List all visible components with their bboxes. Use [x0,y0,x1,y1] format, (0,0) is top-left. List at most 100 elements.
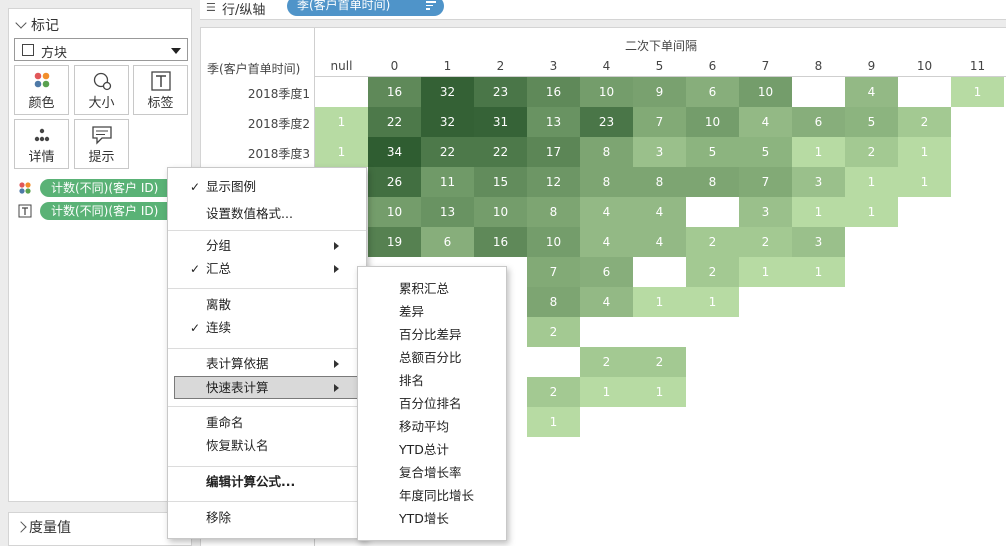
heatmap-cell[interactable]: 22 [421,137,474,167]
heatmap-cell[interactable]: 2 [845,137,898,167]
heatmap-cell[interactable]: 22 [474,137,527,167]
heatmap-cell[interactable]: 1 [315,137,368,167]
heatmap-cell[interactable]: 1 [792,137,845,167]
mark-type-dropdown[interactable]: 方块 [14,38,188,61]
menu-item-continuous[interactable]: ✓ 连续 [168,317,366,340]
heatmap-cell[interactable]: 6 [580,257,633,287]
quick-calc-item[interactable]: 差异 [358,300,506,323]
heatmap-cell[interactable]: 22 [368,107,421,137]
heatmap-cell[interactable]: 3 [792,167,845,197]
quick-calc-item[interactable]: 累积汇总 [358,277,506,300]
menu-item-rename[interactable]: 重命名 [168,412,366,435]
menu-item-format-number[interactable]: 设置数值格式... [168,203,366,226]
heatmap-cell[interactable]: 8 [527,197,580,227]
heatmap-cell[interactable]: 1 [527,407,580,437]
heatmap-cell[interactable]: 2 [580,347,633,377]
menu-item-restore-default-name[interactable]: 恢复默认名 [168,435,366,458]
heatmap-cell[interactable]: 1 [739,257,792,287]
heatmap-cell[interactable]: 8 [686,167,739,197]
measure-values-panel[interactable]: 度量值 [8,512,192,546]
quick-calc-item[interactable]: 总额百分比 [358,346,506,369]
heatmap-cell[interactable]: 12 [527,167,580,197]
heatmap-cell[interactable]: 13 [527,107,580,137]
heatmap-cell[interactable]: 2 [739,227,792,257]
heatmap-cell[interactable]: 5 [739,137,792,167]
menu-item-remove[interactable]: 移除 [168,507,366,530]
menu-item-show-legend[interactable]: ✓ 显示图例 [168,176,366,199]
heatmap-cell[interactable]: 2 [686,227,739,257]
heatmap-cell[interactable]: 8 [580,137,633,167]
heatmap-cell[interactable]: 23 [580,107,633,137]
menu-item-group[interactable]: 分组 [168,235,366,258]
menu-item-compute-using[interactable]: 表计算依据 [168,353,366,376]
heatmap-cell[interactable]: 10 [527,227,580,257]
heatmap-cell[interactable]: 17 [527,137,580,167]
heatmap-cell[interactable]: 2 [633,347,686,377]
heatmap-cell[interactable]: 16 [527,77,580,107]
heatmap-cell[interactable]: 3 [739,197,792,227]
heatmap-cell[interactable]: 8 [633,167,686,197]
quick-calc-item[interactable]: 排名 [358,369,506,392]
heatmap-cell[interactable]: 6 [686,77,739,107]
heatmap-cell[interactable]: 1 [633,287,686,317]
heatmap-cell[interactable]: 8 [527,287,580,317]
heatmap-cell[interactable]: 9 [633,77,686,107]
heatmap-cell[interactable]: 2 [898,107,951,137]
heatmap-cell[interactable]: 1 [315,107,368,137]
heatmap-cell[interactable]: 5 [686,137,739,167]
quick-calc-item[interactable]: 年度同比增长 [358,484,506,507]
heatmap-cell[interactable]: 1 [633,377,686,407]
heatmap-cell[interactable]: 2 [527,377,580,407]
heatmap-cell[interactable]: 4 [580,197,633,227]
tooltip-button[interactable]: 提示 [74,119,129,169]
heatmap-cell[interactable]: 1 [845,167,898,197]
heatmap-cell[interactable]: 4 [633,227,686,257]
heatmap-cell[interactable]: 4 [580,287,633,317]
heatmap-cell[interactable]: 4 [739,107,792,137]
heatmap-cell[interactable]: 1 [792,257,845,287]
heatmap-cell[interactable]: 8 [580,167,633,197]
heatmap-cell[interactable]: 2 [686,257,739,287]
heatmap-cell[interactable]: 13 [421,197,474,227]
menu-item-edit-formula[interactable]: 编辑计算公式... [168,471,366,494]
quick-calc-item[interactable]: YTD增长 [358,507,506,530]
heatmap-cell[interactable]: 6 [421,227,474,257]
heatmap-cell[interactable]: 15 [474,167,527,197]
heatmap-cell[interactable]: 1 [898,167,951,197]
heatmap-cell[interactable]: 7 [739,167,792,197]
heatmap-cell[interactable]: 34 [368,137,421,167]
heatmap-cell[interactable]: 10 [686,107,739,137]
menu-item-aggregate[interactable]: ✓ 汇总 [168,258,366,281]
menu-item-quick-table-calc[interactable]: 快速表计算 [174,376,360,399]
quick-calc-item[interactable]: 百分位排名 [358,392,506,415]
heatmap-cell[interactable]: 32 [421,107,474,137]
heatmap-cell[interactable]: 3 [792,227,845,257]
color-button[interactable]: 颜色 [14,65,69,115]
heatmap-cell[interactable]: 1 [898,137,951,167]
heatmap-cell[interactable]: 4 [845,77,898,107]
heatmap-cell[interactable]: 10 [739,77,792,107]
heatmap-cell[interactable]: 31 [474,107,527,137]
rows-pill-quarter-first-order[interactable]: 季(客户首单时间) [287,0,444,16]
heatmap-cell[interactable]: 26 [368,167,421,197]
heatmap-cell[interactable]: 32 [421,77,474,107]
quick-calc-item[interactable]: 复合增长率 [358,461,506,484]
heatmap-cell[interactable]: 10 [368,197,421,227]
heatmap-cell[interactable]: 5 [845,107,898,137]
heatmap-cell[interactable]: 4 [633,197,686,227]
heatmap-cell[interactable]: 1 [951,77,1004,107]
heatmap-cell[interactable]: 3 [633,137,686,167]
heatmap-cell[interactable]: 19 [368,227,421,257]
marks-title[interactable]: 标记 [15,15,59,35]
heatmap-cell[interactable]: 16 [368,77,421,107]
heatmap-cell[interactable]: 10 [474,197,527,227]
heatmap-cell[interactable]: 7 [527,257,580,287]
quick-calc-item[interactable]: 百分比差异 [358,323,506,346]
heatmap-cell[interactable]: 4 [580,227,633,257]
size-button[interactable]: 大小 [74,65,129,115]
heatmap-cell[interactable]: 1 [845,197,898,227]
quick-calc-item[interactable]: 移动平均 [358,415,506,438]
heatmap-cell[interactable]: 10 [580,77,633,107]
heatmap-cell[interactable]: 7 [633,107,686,137]
quick-calc-item[interactable]: YTD总计 [358,438,506,461]
